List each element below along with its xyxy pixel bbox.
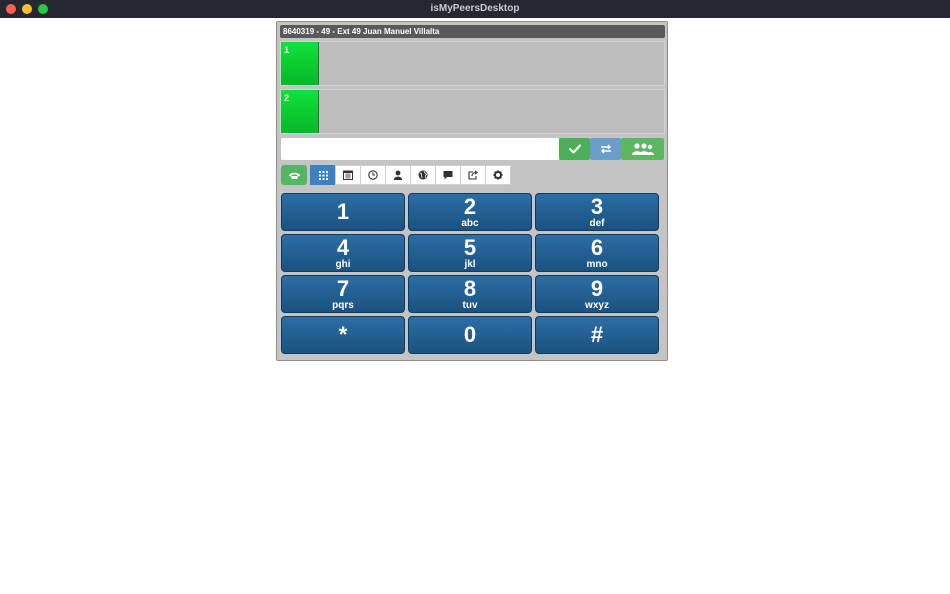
window-titlebar: isMyPeersDesktop (0, 0, 950, 18)
account-header: 8640319 - 49 - Ext 49 Juan Manuel Villal… (280, 25, 665, 38)
line-2-tag[interactable]: 2 (281, 90, 319, 133)
users-icon (631, 143, 654, 155)
conference-button[interactable] (621, 138, 664, 160)
check-icon (568, 144, 581, 154)
chat-icon (443, 171, 453, 180)
accept-button[interactable] (559, 138, 590, 160)
tab-calendar[interactable] (335, 165, 361, 185)
key-5[interactable]: 5 jkl (408, 234, 532, 272)
key-4[interactable]: 4 ghi (281, 234, 405, 272)
call-button[interactable] (281, 165, 307, 185)
softphone-panel: 8640319 - 49 - Ext 49 Juan Manuel Villal… (276, 21, 668, 361)
tab-dialpad[interactable] (310, 165, 336, 185)
calendar-icon (343, 170, 353, 180)
dial-number-input[interactable] (281, 138, 559, 160)
tab-web[interactable] (410, 165, 436, 185)
line-2[interactable]: 2 (280, 89, 665, 134)
tab-share[interactable] (460, 165, 486, 185)
key-2[interactable]: 2 abc (408, 193, 532, 231)
key-hash[interactable]: # (535, 316, 659, 354)
key-7[interactable]: 7 pqrs (281, 275, 405, 313)
key-6[interactable]: 6 mno (535, 234, 659, 272)
key-3[interactable]: 3 def (535, 193, 659, 231)
globe-icon (418, 170, 428, 180)
key-star[interactable]: * (281, 316, 405, 354)
key-9[interactable]: 9 wxyz (535, 275, 659, 313)
line-1[interactable]: 1 (280, 41, 665, 86)
tab-chat[interactable] (435, 165, 461, 185)
dialpad-icon (318, 170, 328, 180)
transfer-button[interactable] (590, 138, 621, 160)
line-1-tag[interactable]: 1 (281, 42, 319, 85)
phone-icon (288, 172, 300, 179)
tab-history[interactable] (360, 165, 386, 185)
gear-icon (493, 170, 503, 180)
share-icon (468, 170, 478, 180)
clock-icon (368, 170, 378, 180)
transfer-arrows-icon (600, 144, 611, 154)
window-title: isMyPeersDesktop (430, 3, 520, 14)
key-1[interactable]: 1 (281, 193, 405, 231)
key-0[interactable]: 0 (408, 316, 532, 354)
dialpad: 1 2 abc 3 def 4 ghi 5 jkl 6 mno 7 pqrs 8 tuv 9w… (281, 193, 660, 354)
tab-settings[interactable] (485, 165, 511, 185)
user-icon (393, 170, 403, 180)
toolbar-tabs (310, 165, 511, 185)
tab-contacts[interactable] (385, 165, 411, 185)
key-8[interactable]: 8 tuv (408, 275, 532, 313)
